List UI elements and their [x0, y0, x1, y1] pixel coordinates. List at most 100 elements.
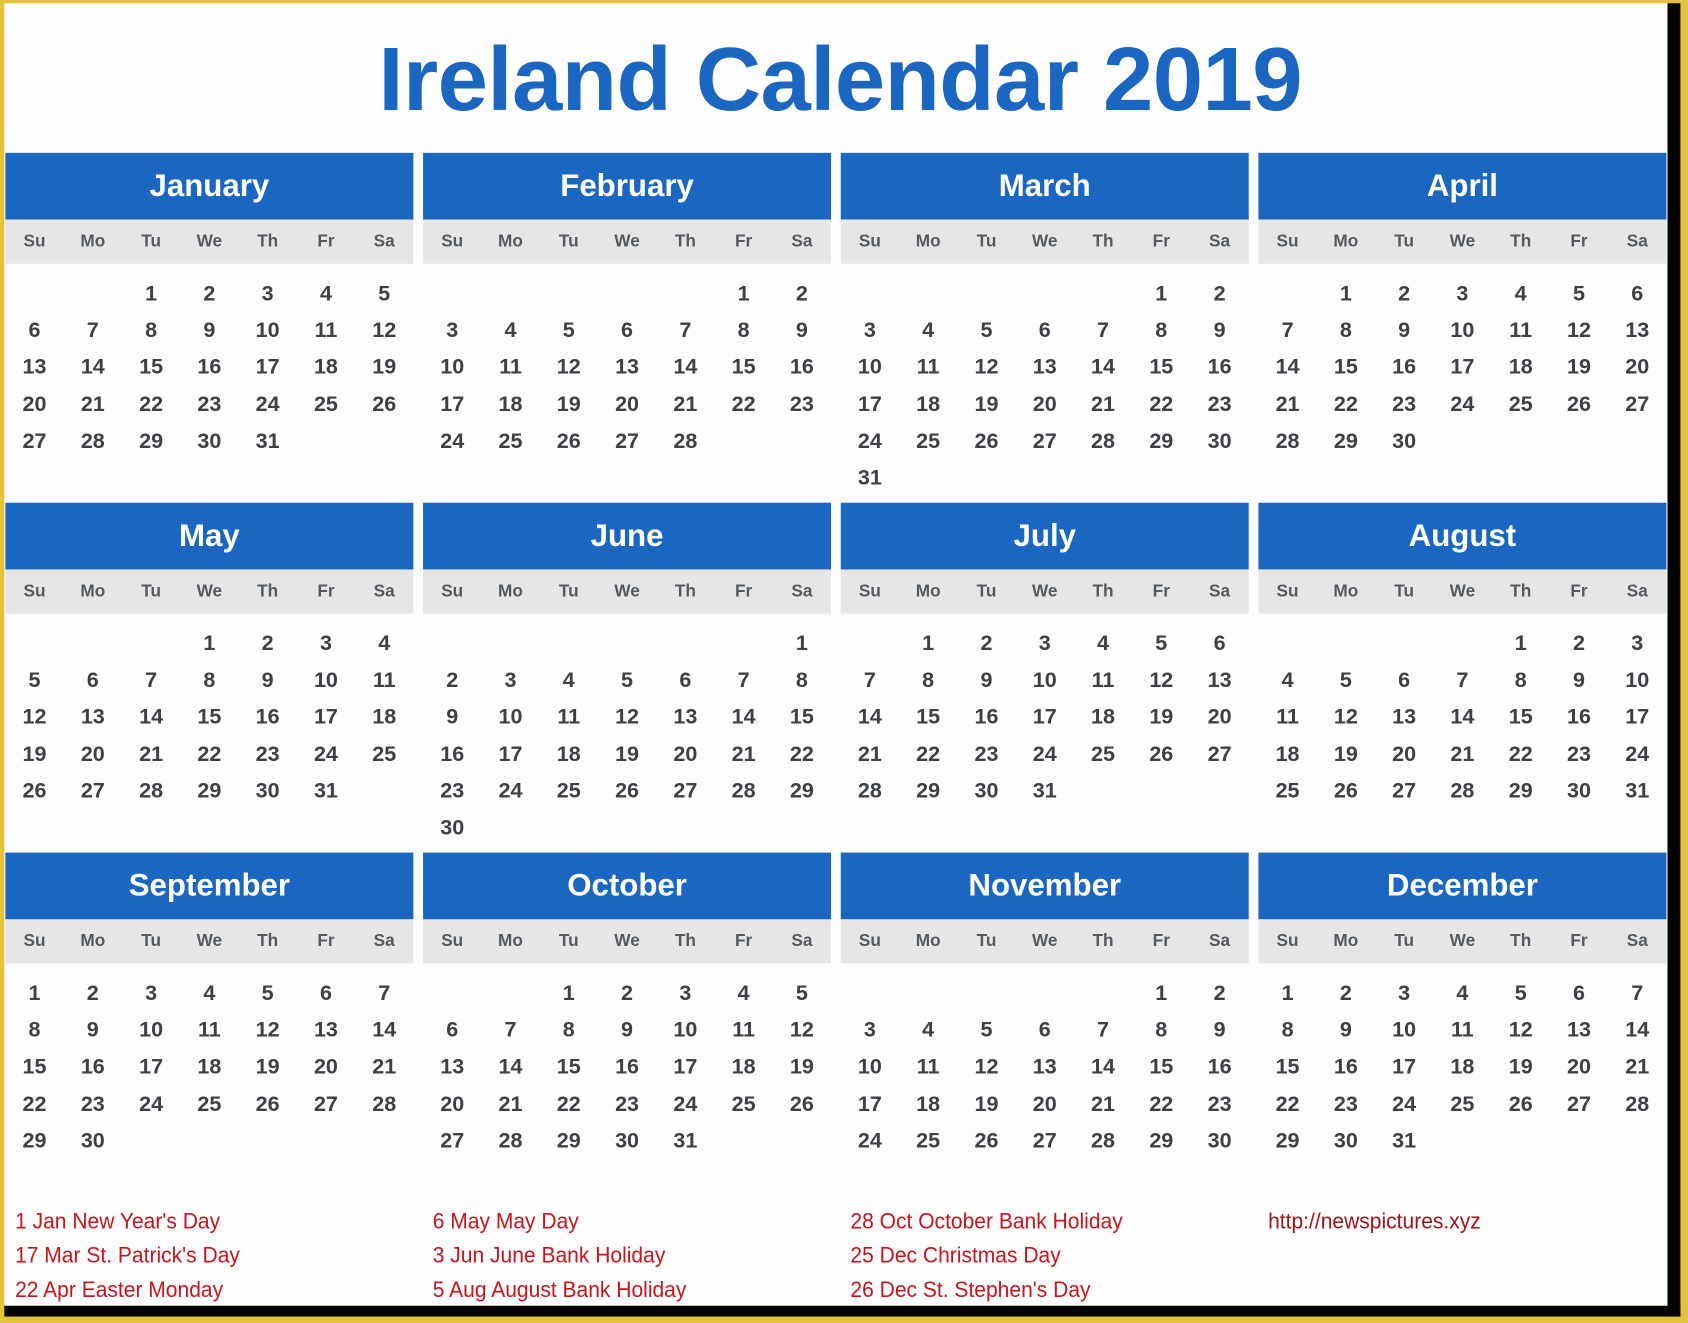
day-cell[interactable]: 6: [5, 319, 63, 344]
day-cell[interactable]: 29: [122, 429, 180, 454]
day-cell[interactable]: 6: [1016, 319, 1074, 344]
day-cell[interactable]: 3: [297, 632, 355, 657]
day-cell[interactable]: 26: [355, 392, 413, 417]
day-cell[interactable]: 9: [1550, 668, 1608, 693]
day-cell[interactable]: 18: [714, 1055, 772, 1080]
day-cell[interactable]: 14: [841, 705, 899, 730]
day-cell[interactable]: 9: [1190, 319, 1248, 344]
day-cell[interactable]: 21: [841, 742, 899, 767]
day-cell[interactable]: 4: [1258, 668, 1316, 693]
day-cell[interactable]: 17: [297, 705, 355, 730]
day-cell[interactable]: 25: [714, 1092, 772, 1117]
day-cell[interactable]: 9: [773, 319, 831, 344]
day-cell[interactable]: 4: [899, 319, 957, 344]
day-cell[interactable]: 23: [773, 392, 831, 417]
day-cell[interactable]: 13: [656, 705, 714, 730]
day-cell[interactable]: 2: [180, 282, 238, 307]
day-cell[interactable]: 17: [423, 392, 481, 417]
day-cell[interactable]: 23: [957, 742, 1015, 767]
day-cell[interactable]: 21: [1074, 1092, 1132, 1117]
day-cell[interactable]: 13: [598, 355, 656, 380]
day-cell[interactable]: 2: [239, 632, 297, 657]
day-cell[interactable]: 5: [1317, 668, 1375, 693]
day-cell[interactable]: 2: [1550, 632, 1608, 657]
day-cell[interactable]: 2: [423, 668, 481, 693]
day-cell[interactable]: 6: [1190, 632, 1248, 657]
day-cell[interactable]: 13: [1016, 355, 1074, 380]
day-cell[interactable]: 10: [1375, 1018, 1433, 1043]
day-cell[interactable]: 14: [1608, 1018, 1666, 1043]
day-cell[interactable]: 17: [841, 1092, 899, 1117]
day-cell[interactable]: 21: [64, 392, 122, 417]
day-cell[interactable]: 20: [1608, 355, 1666, 380]
day-cell[interactable]: 9: [64, 1018, 122, 1043]
day-cell[interactable]: 10: [841, 1055, 899, 1080]
day-cell[interactable]: 19: [239, 1055, 297, 1080]
day-cell[interactable]: 2: [598, 981, 656, 1006]
day-cell[interactable]: 20: [1190, 705, 1248, 730]
day-cell[interactable]: 27: [1375, 779, 1433, 804]
day-cell[interactable]: 18: [540, 742, 598, 767]
day-cell[interactable]: 15: [1132, 355, 1190, 380]
day-cell[interactable]: 26: [773, 1092, 831, 1117]
day-cell[interactable]: 19: [773, 1055, 831, 1080]
day-cell[interactable]: 29: [899, 779, 957, 804]
day-cell[interactable]: 5: [239, 981, 297, 1006]
day-cell[interactable]: 17: [1433, 355, 1491, 380]
day-cell[interactable]: 31: [239, 429, 297, 454]
day-cell[interactable]: 21: [1433, 742, 1491, 767]
day-cell[interactable]: 7: [64, 319, 122, 344]
day-cell[interactable]: 7: [481, 1018, 539, 1043]
day-cell[interactable]: 7: [1258, 319, 1316, 344]
day-cell[interactable]: 1: [1317, 282, 1375, 307]
day-cell[interactable]: 22: [1258, 1092, 1316, 1117]
day-cell[interactable]: 20: [1550, 1055, 1608, 1080]
day-cell[interactable]: 18: [297, 355, 355, 380]
day-cell[interactable]: 19: [5, 742, 63, 767]
day-cell[interactable]: 11: [1074, 668, 1132, 693]
day-cell[interactable]: 18: [899, 392, 957, 417]
day-cell[interactable]: 22: [773, 742, 831, 767]
day-cell[interactable]: 16: [1375, 355, 1433, 380]
day-cell[interactable]: 29: [1132, 1129, 1190, 1154]
day-cell[interactable]: 18: [355, 705, 413, 730]
day-cell[interactable]: 23: [239, 742, 297, 767]
day-cell[interactable]: 9: [1190, 1018, 1248, 1043]
day-cell[interactable]: 3: [1375, 981, 1433, 1006]
day-cell[interactable]: 29: [180, 779, 238, 804]
day-cell[interactable]: 18: [899, 1092, 957, 1117]
day-cell[interactable]: 20: [1016, 1092, 1074, 1117]
day-cell[interactable]: 31: [841, 466, 899, 491]
day-cell[interactable]: 5: [957, 319, 1015, 344]
day-cell[interactable]: 18: [1074, 705, 1132, 730]
day-cell[interactable]: 1: [122, 282, 180, 307]
day-cell[interactable]: 7: [656, 319, 714, 344]
day-cell[interactable]: 7: [1608, 981, 1666, 1006]
day-cell[interactable]: 27: [1016, 429, 1074, 454]
day-cell[interactable]: 28: [355, 1092, 413, 1117]
day-cell[interactable]: 9: [180, 319, 238, 344]
day-cell[interactable]: 15: [1492, 705, 1550, 730]
day-cell[interactable]: 30: [64, 1129, 122, 1154]
day-cell[interactable]: 8: [122, 319, 180, 344]
day-cell[interactable]: 18: [481, 392, 539, 417]
day-cell[interactable]: 11: [899, 1055, 957, 1080]
day-cell[interactable]: 3: [481, 668, 539, 693]
day-cell[interactable]: 3: [656, 981, 714, 1006]
day-cell[interactable]: 19: [957, 392, 1015, 417]
day-cell[interactable]: 18: [1433, 1055, 1491, 1080]
day-cell[interactable]: 15: [1132, 1055, 1190, 1080]
day-cell[interactable]: 29: [1317, 429, 1375, 454]
day-cell[interactable]: 11: [481, 355, 539, 380]
day-cell[interactable]: 4: [1492, 282, 1550, 307]
day-cell[interactable]: 5: [355, 282, 413, 307]
day-cell[interactable]: 16: [239, 705, 297, 730]
day-cell[interactable]: 21: [1608, 1055, 1666, 1080]
day-cell[interactable]: 23: [1190, 392, 1248, 417]
day-cell[interactable]: 24: [1016, 742, 1074, 767]
day-cell[interactable]: 5: [773, 981, 831, 1006]
day-cell[interactable]: 22: [122, 392, 180, 417]
day-cell[interactable]: 30: [1317, 1129, 1375, 1154]
day-cell[interactable]: 12: [957, 355, 1015, 380]
day-cell[interactable]: 28: [64, 429, 122, 454]
